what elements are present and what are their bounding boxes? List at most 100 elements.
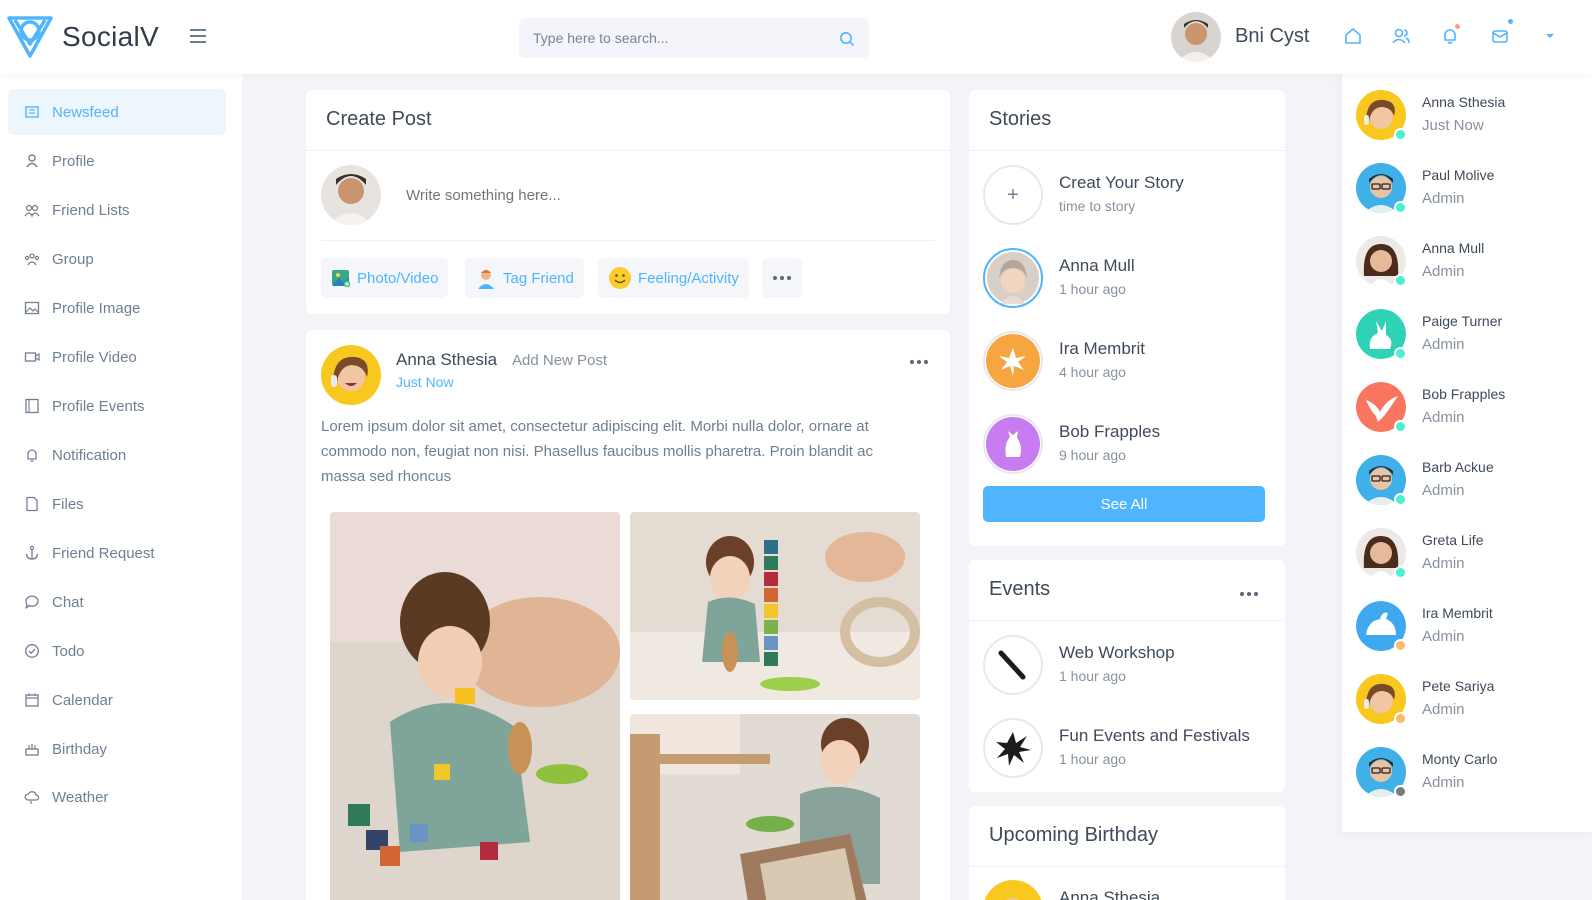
divider [306,150,950,151]
friend-item[interactable]: Anna Sthesia Just Now [1356,90,1576,146]
photo-video-button[interactable]: Photo/Video [321,258,449,298]
chat-icon [24,594,40,610]
story-item[interactable]: Anna Mull 1 hour ago [983,248,1273,312]
sidebar-item-todo[interactable]: Todo [8,628,226,674]
sidebar-item-weather[interactable]: Weather [8,774,226,820]
cake-icon [24,741,40,757]
friend-item[interactable]: Anna Mull Admin [1356,236,1576,292]
message-dot [1508,19,1513,24]
friend-name: Paige Turner [1422,313,1503,329]
more-options-button[interactable] [762,258,802,298]
post-photo-1[interactable] [330,512,620,900]
sidebar-item-profile-image[interactable]: Profile Image [8,285,226,331]
event-item[interactable]: Fun Events and Festivals 1 hour ago [983,718,1273,782]
home-icon[interactable] [1343,26,1365,48]
status-online-dot [1394,347,1407,360]
tag-friend-button[interactable]: Tag Friend [465,258,584,298]
birthday-name[interactable]: Anna Sthesia [1059,888,1160,900]
more-icon [1240,592,1258,596]
burst-icon [983,718,1043,778]
friend-role: Just Now [1422,117,1484,134]
sidebar-item-group[interactable]: Group [8,236,226,282]
friends-icon[interactable] [1391,26,1413,48]
bell-icon [24,447,40,463]
friend-name: Anna Mull [1422,240,1485,256]
search-input[interactable] [519,18,819,58]
user-avatar[interactable] [1171,12,1221,62]
notification-bell-icon[interactable] [1440,26,1462,48]
sidebar-item-friend-lists[interactable]: Friend Lists [8,187,226,233]
post-photo-3[interactable] [630,714,920,900]
status-away-dot [1394,639,1407,652]
cloud-icon [24,789,40,805]
sidebar-item-files[interactable]: Files [8,481,226,527]
friend-item[interactable]: Barb Ackue Admin [1356,455,1576,511]
sidebar-item-profile[interactable]: Profile [8,138,226,184]
menu-toggle-button[interactable] [186,26,208,46]
event-name: Web Workshop [1059,643,1175,662]
friend-item[interactable]: Paige Turner Admin [1356,309,1576,365]
event-time: 1 hour ago [1059,668,1126,684]
left-sidebar: Newsfeed Profile Friend Lists Group Prof… [0,74,242,900]
post-photo-2[interactable] [630,512,920,700]
check-circle-icon [24,643,40,659]
mail-icon[interactable] [1490,26,1512,48]
friend-role: Admin [1422,701,1465,718]
tag-friend-icon [475,267,497,289]
divider [969,620,1285,621]
post-author-name[interactable]: Anna Sthesia [396,350,497,370]
calendar-icon [24,692,40,708]
post-author-avatar[interactable] [321,345,381,405]
post-time: Just Now [396,374,454,390]
divider [321,240,935,241]
friend-item[interactable]: Monty Carlo Admin [1356,747,1576,803]
friend-item[interactable]: Greta Life Admin [1356,528,1576,584]
friend-item[interactable]: Bob Frapples Admin [1356,382,1576,438]
story-item[interactable]: Bob Frapples 9 hour ago [983,414,1273,478]
sidebar-item-birthday[interactable]: Birthday [8,726,226,772]
post-action-text: Add New Post [512,352,608,369]
event-time: 1 hour ago [1059,751,1126,767]
story-create[interactable]: + Creat Your Story time to story [983,165,1273,229]
user-name[interactable]: Bni Cyst [1235,25,1309,48]
more-icon [910,360,928,364]
birthday-avatar[interactable] [983,880,1043,900]
friend-item[interactable]: Ira Membrit Admin [1356,601,1576,657]
sidebar-item-profile-events[interactable]: Profile Events [8,383,226,429]
status-online-dot [1394,128,1407,141]
sidebar-item-friend-request[interactable]: Friend Request [8,530,226,576]
add-story-button[interactable]: + [983,165,1043,225]
events-title: Events [989,578,1051,600]
post-more-button[interactable] [910,354,928,370]
sidebar-item-profile-video[interactable]: Profile Video [8,334,226,380]
status-online-dot [1394,420,1407,433]
more-icon [773,276,791,280]
friend-name: Ira Membrit [1422,605,1493,621]
sidebar-item-newsfeed[interactable]: Newsfeed [8,89,226,135]
brand-logo[interactable]: SocialV [6,14,159,60]
friend-role: Admin [1422,628,1465,645]
birthday-title: Upcoming Birthday [989,824,1158,846]
sidebar-item-notification[interactable]: Notification [8,432,226,478]
chevron-down-icon[interactable] [1540,26,1562,48]
create-post-card: Create Post Photo/Video Tag Friend Feeli… [306,90,950,314]
search-box [519,18,869,58]
search-icon[interactable] [839,31,855,52]
stories-title: Stories [989,108,1052,130]
users-icon [24,202,40,218]
sidebar-item-chat[interactable]: Chat [8,579,226,625]
online-friends-panel: Anna Sthesia Just Now Paul Molive Admin … [1342,74,1592,832]
feeling-activity-button[interactable]: Feeling/Activity [598,258,749,298]
friend-item[interactable]: Pete Sariya Admin [1356,674,1576,730]
sidebar-item-label: Birthday [52,740,108,758]
birthday-card: Upcoming Birthday Anna Sthesia [969,806,1285,900]
post-input[interactable] [406,180,906,210]
friend-item[interactable]: Paul Molive Admin [1356,163,1576,219]
file-icon [24,496,40,512]
events-more-button[interactable] [1240,587,1258,601]
story-item[interactable]: Ira Membrit 4 hour ago [983,331,1273,395]
see-all-button[interactable]: See All [983,486,1265,522]
event-item[interactable]: Web Workshop 1 hour ago [983,635,1273,699]
story-name: Creat Your Story [1059,173,1184,192]
sidebar-item-calendar[interactable]: Calendar [8,677,226,723]
